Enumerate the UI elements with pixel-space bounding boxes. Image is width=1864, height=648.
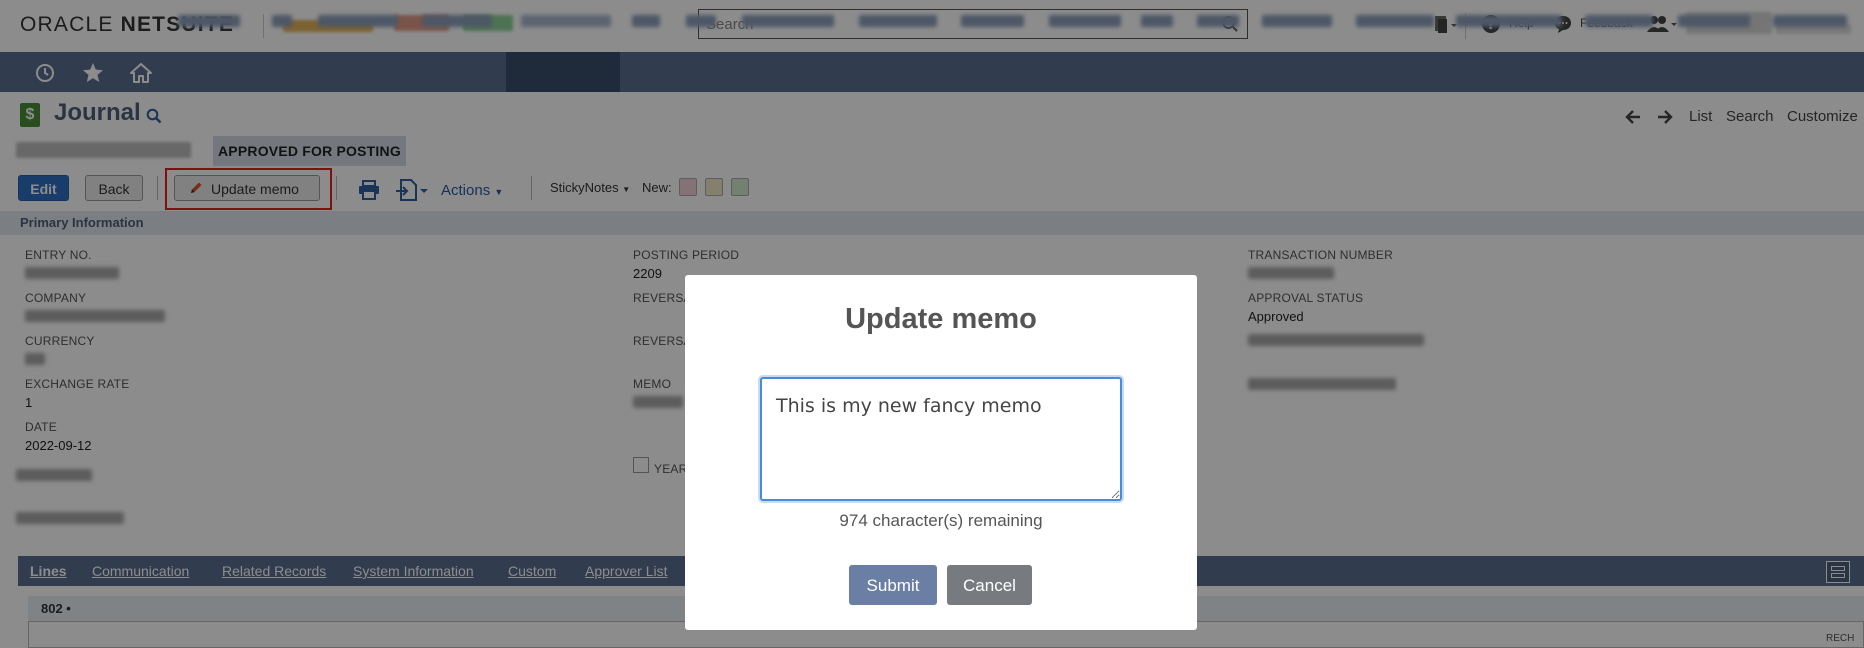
dialog-title: Update memo [845, 303, 1037, 335]
cancel-button[interactable]: Cancel [947, 565, 1032, 605]
memo-textarea[interactable]: This is my new fancy memo [760, 377, 1122, 501]
update-memo-dialog: Update memo This is my new fancy memo 97… [685, 275, 1197, 630]
characters-remaining: 974 character(s) remaining [839, 511, 1043, 530]
submit-button[interactable]: Submit [849, 565, 937, 605]
